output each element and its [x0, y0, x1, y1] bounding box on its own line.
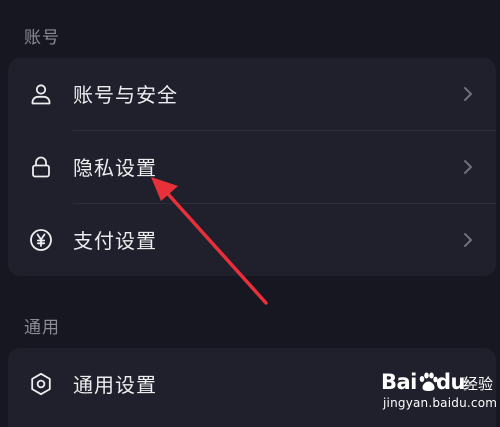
settings-item-privacy[interactable]: 隐私设置	[8, 131, 496, 203]
section-title-general: 通用	[24, 318, 60, 338]
account-settings-card: 账号与安全 隐私设置 支付设置	[8, 58, 496, 276]
chevron-right-icon	[462, 158, 474, 176]
watermark-brand-part1: Bai	[381, 370, 417, 394]
baidu-watermark: Bai du 经验 jingyan.baidu.com	[381, 370, 497, 414]
watermark-brand-part2: du	[436, 370, 465, 394]
settings-item-label: 支付设置	[73, 229, 157, 253]
settings-item-label: 账号与安全	[73, 83, 178, 107]
settings-item-account-security[interactable]: 账号与安全	[8, 58, 496, 130]
chevron-right-icon	[462, 85, 474, 103]
watermark-brand-suffix: 经验	[463, 375, 494, 393]
user-icon	[29, 82, 53, 106]
section-title-account: 账号	[24, 28, 60, 48]
settings-item-label: 通用设置	[73, 373, 157, 397]
gear-icon	[29, 372, 53, 396]
settings-item-label: 隐私设置	[73, 156, 157, 180]
yen-circle-icon	[29, 228, 53, 252]
lock-icon	[29, 155, 53, 179]
settings-item-payment[interactable]: 支付设置	[8, 204, 496, 276]
chevron-right-icon	[462, 231, 474, 249]
watermark-url: jingyan.baidu.com	[383, 396, 498, 410]
settings-page: 账号 账号与安全 隐私设置 支付设置 通用 通用设置 Bai du 经验 jin…	[0, 0, 500, 427]
